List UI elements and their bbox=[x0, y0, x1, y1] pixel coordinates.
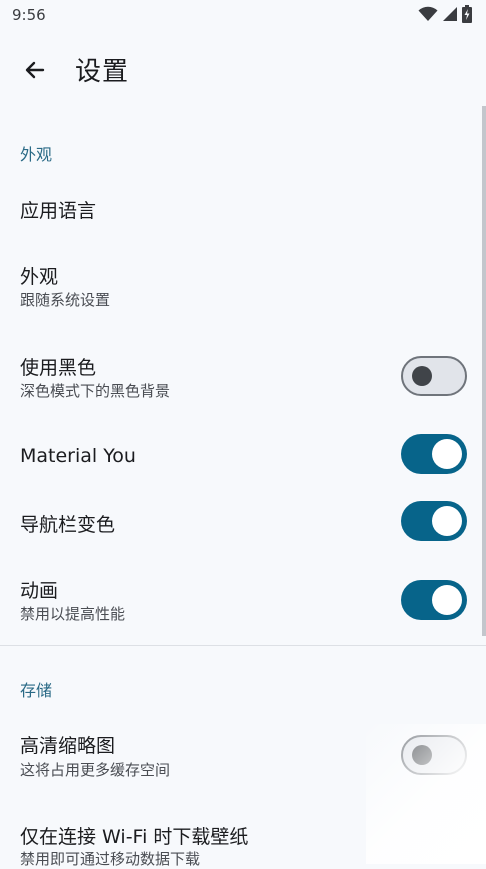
wifi-icon bbox=[418, 6, 438, 21]
setting-subtitle: 禁用以提高性能 bbox=[20, 605, 126, 623]
section-header-appearance: 外观 bbox=[20, 145, 53, 164]
battery-charging-icon bbox=[462, 5, 472, 23]
section-divider bbox=[0, 645, 486, 646]
setting-material-you[interactable]: Material You bbox=[0, 432, 486, 482]
setting-title: 应用语言 bbox=[20, 200, 97, 222]
arrow-left-icon bbox=[25, 61, 45, 79]
setting-title: 使用黑色 bbox=[20, 357, 97, 379]
page-title: 设置 bbox=[75, 57, 130, 87]
setting-nav-bar-color[interactable]: 导航栏变色 bbox=[0, 498, 486, 548]
setting-title: 高清缩略图 bbox=[20, 735, 116, 757]
setting-animations[interactable]: 动画 禁用以提高性能 bbox=[0, 566, 486, 634]
setting-title: Material You bbox=[20, 445, 136, 467]
switch-knob bbox=[432, 439, 462, 469]
setting-subtitle: 深色模式下的黑色背景 bbox=[20, 382, 171, 400]
section-header-storage: 存储 bbox=[20, 681, 53, 700]
setting-black-theme[interactable]: 使用黑色 深色模式下的黑色背景 bbox=[0, 342, 486, 412]
nav-bar-color-switch[interactable] bbox=[401, 501, 467, 541]
signal-icon bbox=[443, 7, 457, 21]
setting-title: 仅在连接 Wi-Fi 时下载壁纸 bbox=[20, 826, 249, 848]
animations-switch[interactable] bbox=[401, 580, 467, 620]
back-button[interactable] bbox=[18, 53, 52, 87]
status-icons bbox=[418, 5, 472, 23]
switch-knob bbox=[432, 506, 462, 536]
setting-theme[interactable]: 外观 跟随系统设置 bbox=[0, 250, 486, 320]
status-bar: 9:56 bbox=[0, 0, 486, 32]
setting-app-language[interactable]: 应用语言 bbox=[0, 182, 486, 238]
setting-title: 导航栏变色 bbox=[20, 514, 116, 536]
status-time: 9:56 bbox=[12, 6, 46, 24]
app-bar: 设置 bbox=[0, 40, 486, 100]
setting-title: 动画 bbox=[20, 580, 59, 602]
switch-knob bbox=[412, 365, 432, 386]
switch-knob bbox=[432, 585, 462, 615]
setting-subtitle: 跟随系统设置 bbox=[20, 291, 111, 309]
material-you-switch[interactable] bbox=[401, 434, 467, 474]
setting-subtitle: 禁用即可通过移动数据下载 bbox=[20, 850, 201, 868]
corner-watermark bbox=[366, 724, 486, 864]
scrollbar[interactable] bbox=[482, 106, 486, 636]
black-theme-switch[interactable] bbox=[401, 356, 467, 396]
setting-subtitle: 这将占用更多缓存空间 bbox=[20, 761, 171, 779]
setting-title: 外观 bbox=[20, 266, 59, 288]
